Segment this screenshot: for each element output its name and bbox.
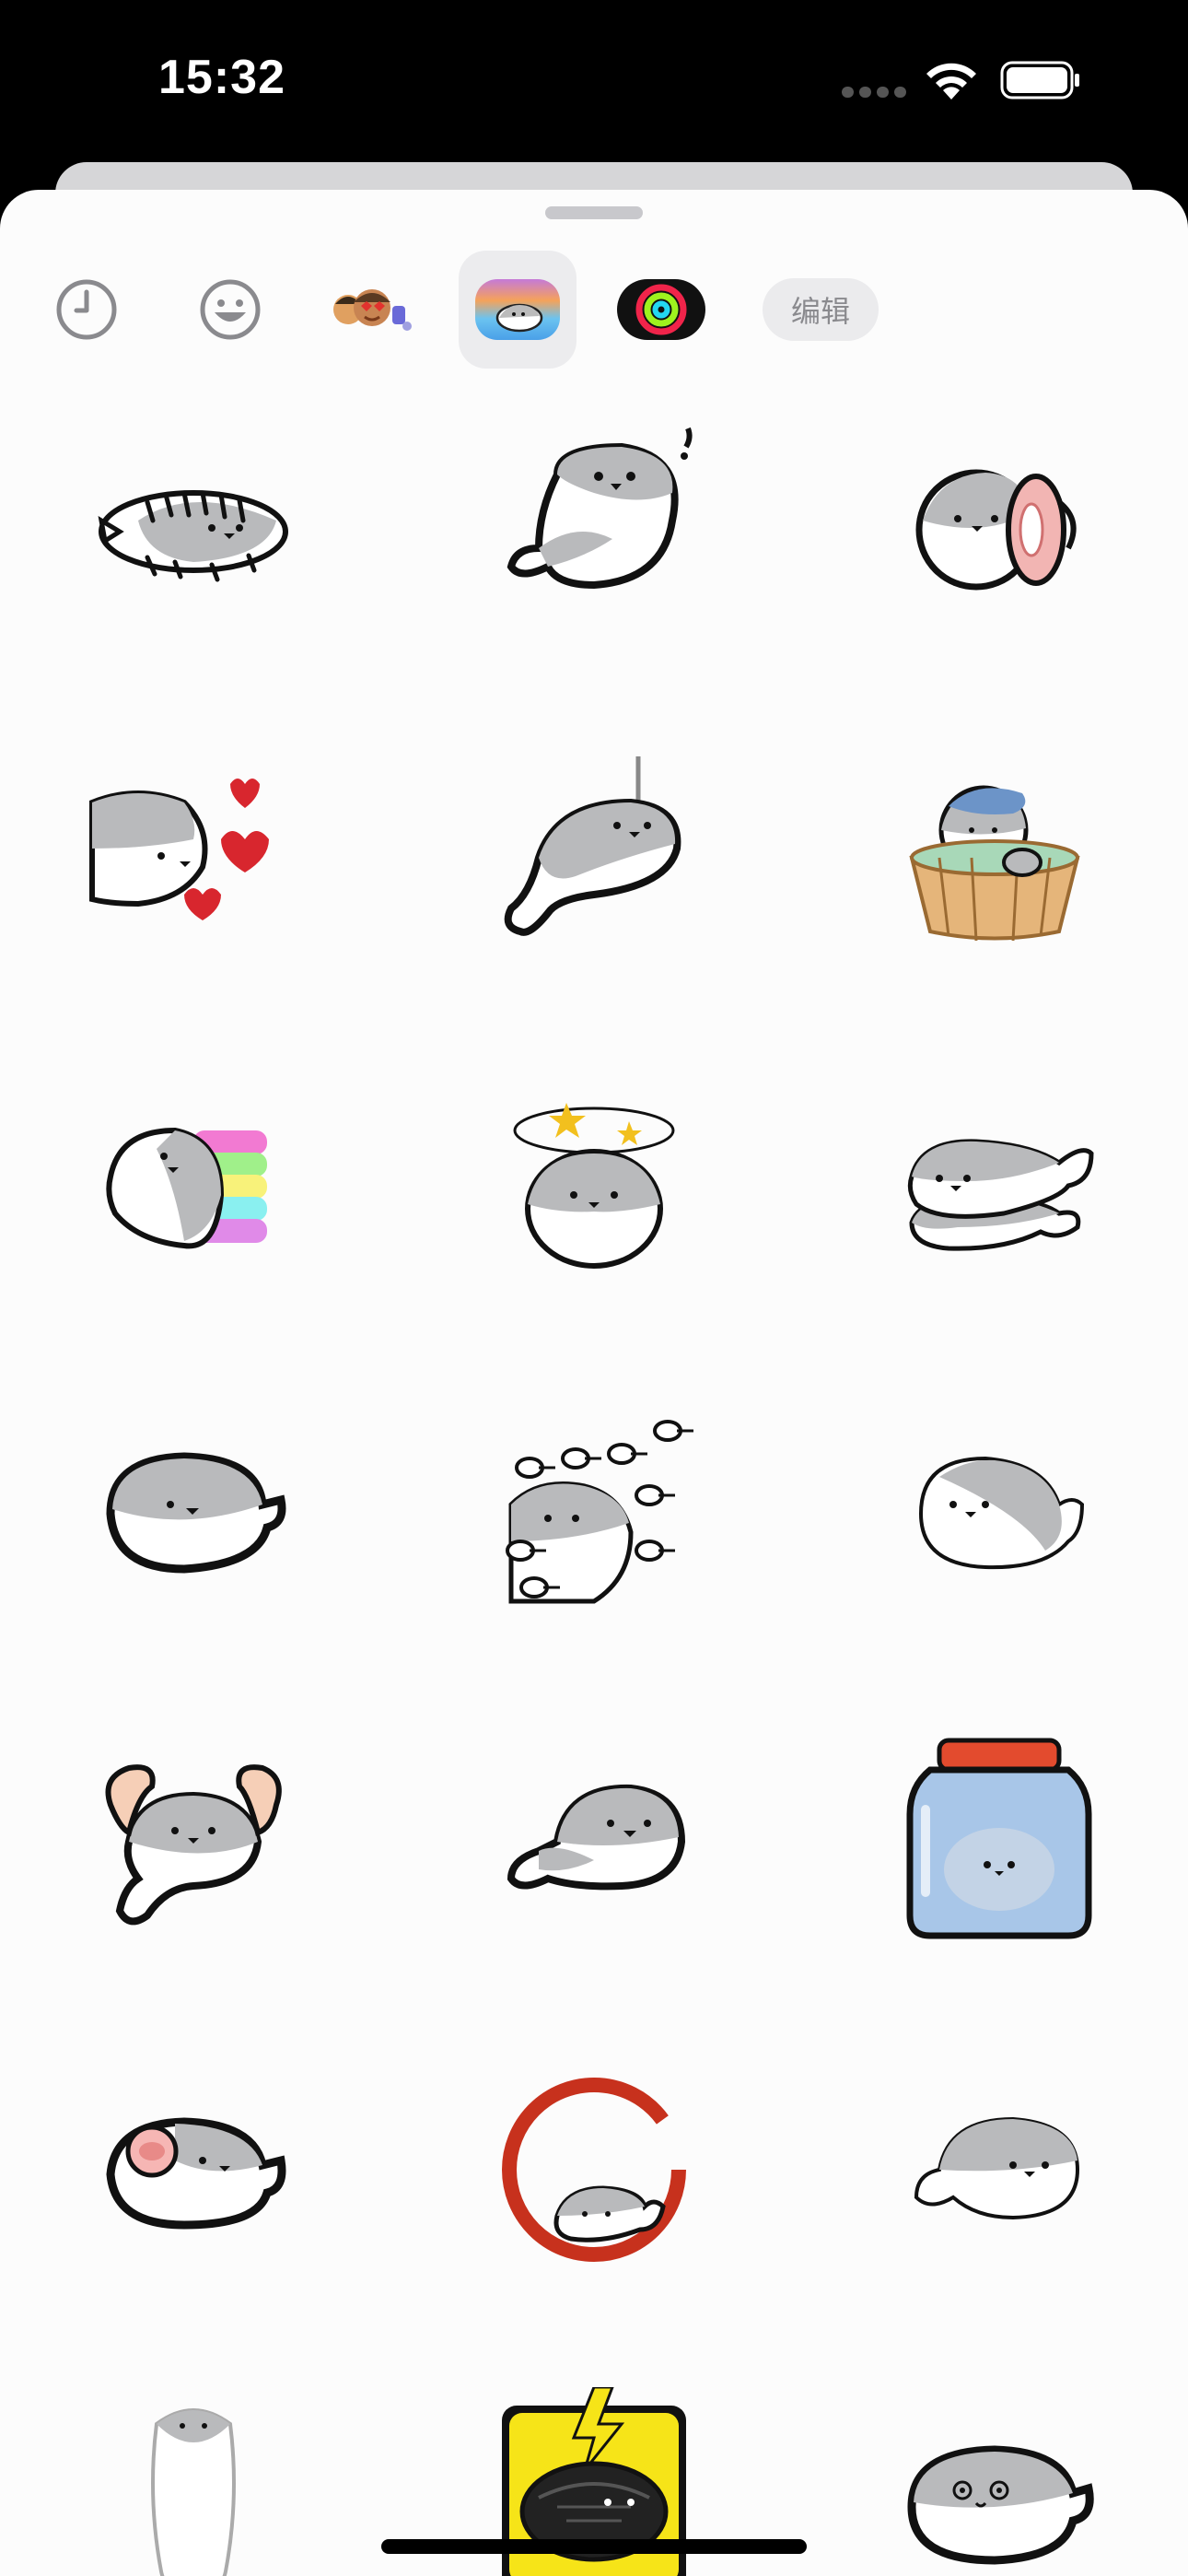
sticker-dizzy-seal[interactable] xyxy=(456,1052,732,1319)
screen: 15:32 编辑 xyxy=(0,0,1188,2576)
scribble-seal-image xyxy=(98,490,288,582)
bath-tub-seal-image xyxy=(909,785,1080,942)
sticker-lying-seal[interactable] xyxy=(456,1708,732,1975)
ink-circle-seal-image xyxy=(502,2078,686,2262)
memoji-stickers-icon xyxy=(333,289,412,331)
sticker-category-bar: 编辑 xyxy=(0,245,1188,374)
status-bar: 15:32 xyxy=(0,0,1188,166)
clock-icon xyxy=(56,279,117,340)
home-indicator[interactable] xyxy=(381,2539,807,2554)
sticker-round-seal[interactable] xyxy=(55,1380,332,1647)
sticker-clapping-seal[interactable] xyxy=(456,1380,732,1647)
status-time: 15:32 xyxy=(158,51,285,104)
smiling-seal-image xyxy=(907,2445,1094,2565)
sticker-hearts-seal[interactable] xyxy=(55,724,332,991)
side-seal-image xyxy=(918,1456,1085,1570)
sheet-grabber[interactable] xyxy=(545,206,643,219)
surprised-seal-image xyxy=(507,427,693,590)
sticker-stacked-seals[interactable] xyxy=(856,1052,1133,1319)
sticker-rainbow-seal[interactable] xyxy=(55,1052,332,1319)
sticker-ham-seal[interactable] xyxy=(856,396,1133,663)
sticker-muscle-seal[interactable] xyxy=(55,1708,332,1975)
pig-nose-seal-image xyxy=(106,2117,286,2230)
sticker-side-seal[interactable] xyxy=(856,1380,1133,1647)
sticker-jar-seal[interactable] xyxy=(856,1708,1133,1975)
narwhal-seal-image xyxy=(504,756,681,936)
sticker-ink-circle-seal[interactable] xyxy=(456,2036,732,2303)
muscle-seal-image xyxy=(105,1764,282,1926)
ham-seal-image xyxy=(915,469,1077,591)
clapping-seal-image xyxy=(506,1420,693,1604)
tab-seal-stickers[interactable] xyxy=(459,251,577,369)
activity-rings-icon xyxy=(617,279,705,340)
sticker-scribble-seal[interactable] xyxy=(55,396,332,663)
standing-seal-image xyxy=(151,2408,236,2576)
tab-memoji[interactable] xyxy=(315,251,433,369)
tab-recent[interactable] xyxy=(28,251,146,369)
sticker-sheet: 编辑 xyxy=(0,190,1188,2576)
tab-emoji[interactable] xyxy=(171,251,289,369)
floating-seal-image xyxy=(914,2116,1080,2220)
smiley-icon xyxy=(200,279,261,340)
sticker-floating-seal[interactable] xyxy=(856,2036,1133,2303)
sticker-pig-nose-seal[interactable] xyxy=(55,2036,332,2303)
sticker-standing-seal[interactable] xyxy=(55,2364,332,2576)
rainbow-seal-image xyxy=(106,1127,267,1249)
edit-button[interactable]: 编辑 xyxy=(763,278,879,341)
hearts-seal-image xyxy=(89,779,269,920)
tab-activity[interactable] xyxy=(602,251,720,369)
sticker-smiling-seal[interactable] xyxy=(856,2364,1133,2576)
wifi-icon xyxy=(926,63,976,100)
cellular-signal-icon xyxy=(842,87,906,98)
sticker-surprised-seal[interactable] xyxy=(456,396,732,663)
sticker-grid xyxy=(0,396,1188,2576)
dizzy-seal-image xyxy=(513,1103,675,1269)
sticker-bath-tub-seal[interactable] xyxy=(856,724,1133,991)
lying-seal-image xyxy=(507,1784,686,1891)
stacked-seals-image xyxy=(907,1139,1094,1251)
jar-seal-image xyxy=(906,1738,1092,1939)
sticker-narwhal-seal[interactable] xyxy=(456,724,732,991)
round-seal-image xyxy=(106,1452,286,1574)
battery-icon xyxy=(1000,61,1079,100)
seal-sticker-pack-icon xyxy=(475,279,560,340)
